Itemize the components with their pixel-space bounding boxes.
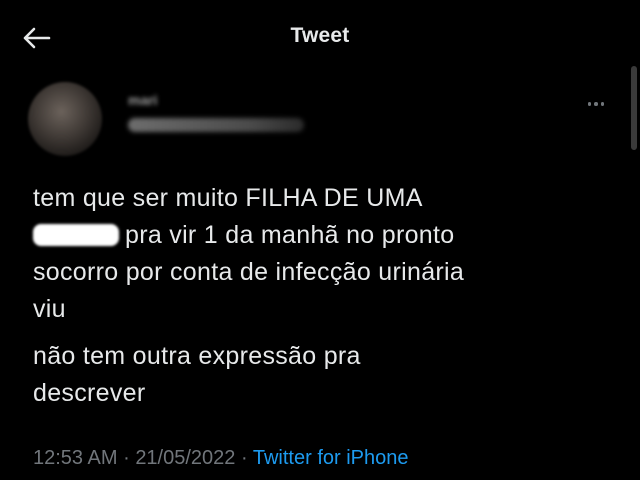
tweet-detail-screen: Tweet mari tem que ser muito FILHA DE UM…: [0, 0, 640, 480]
tweet-line: descrever: [33, 379, 146, 407]
more-horizontal-icon-dot: [594, 102, 598, 106]
tweet-metadata: 12:53 AM · 21/05/2022 · Twitter for iPho…: [33, 447, 408, 470]
tweet-source-link[interactable]: Twitter for iPhone: [253, 447, 409, 469]
more-horizontal-icon: [587, 102, 592, 106]
tweet-line: socorro por conta de infecção urinária: [33, 258, 465, 286]
scrollbar[interactable]: [631, 66, 637, 150]
tweet-paragraph: tem que ser muito FILHA DE UMA pra vir 1…: [33, 180, 623, 328]
tweet-line: tem que ser muito FILHA DE UMA: [33, 184, 423, 212]
redaction-mark: [33, 224, 119, 246]
tweet-text: tem que ser muito FILHA DE UMA pra vir 1…: [33, 180, 623, 412]
tweet-line: pra vir 1 da manhã no pronto: [125, 221, 455, 249]
author-name[interactable]: mari: [128, 92, 158, 108]
more-horizontal-icon-dot: [600, 102, 605, 106]
tweet-time[interactable]: 12:53 AM: [33, 447, 118, 469]
tweet-date[interactable]: 21/05/2022: [135, 447, 235, 469]
top-navigation-bar: Tweet: [0, 0, 640, 72]
tweet-line: não tem outra expressão pra: [33, 342, 361, 370]
more-options-button[interactable]: [578, 94, 614, 114]
page-title: Tweet: [290, 24, 350, 47]
tweet-line: viu: [33, 295, 66, 323]
avatar[interactable]: [28, 82, 102, 156]
tweet-paragraph: não tem outra expressão pra descrever: [33, 338, 623, 412]
author-handle-redacted: [128, 118, 304, 132]
meta-separator: ·: [240, 447, 248, 469]
meta-separator: ·: [123, 447, 130, 469]
